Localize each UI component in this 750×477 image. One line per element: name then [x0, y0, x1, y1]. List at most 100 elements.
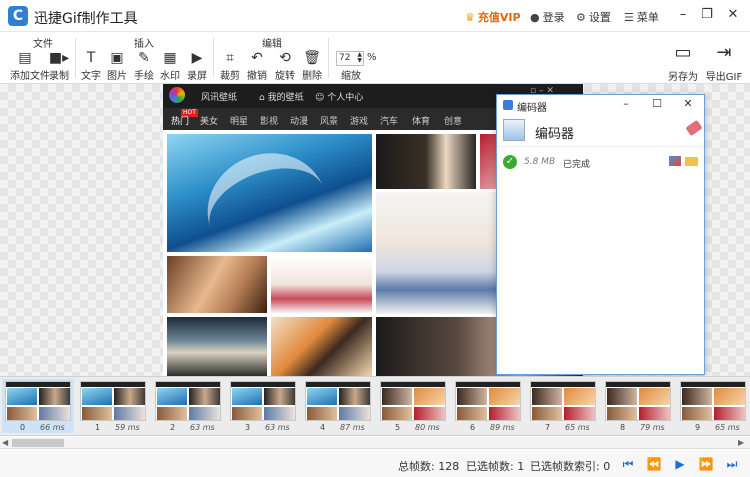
encoder-maximize-button[interactable]: ☐ [650, 97, 664, 110]
delete-button[interactable]: 🗑 删除 [297, 50, 327, 82]
site-link-label: 个人中心 [327, 93, 364, 103]
frame-thumbnail[interactable]: 4 87 ms [302, 379, 374, 433]
site-nav-item: 热门 [171, 117, 190, 127]
menu-button[interactable]: ☰ 菜单 [624, 9, 659, 25]
check-icon: ✓ [503, 155, 517, 169]
site-logo-icon [169, 87, 185, 103]
next-frame-icon[interactable]: ⏩ [698, 456, 714, 472]
zoom-select[interactable]: 72 ▲ ▼ [336, 51, 364, 66]
vip-button[interactable]: ♛ 充值VIP [465, 9, 521, 25]
frame-delay: 63 ms [190, 423, 215, 432]
frame-index: 7 [545, 423, 551, 432]
encoder-title-bar[interactable]: 编码器 – ☐ ✕ [497, 95, 704, 115]
frame-index: 0 [20, 423, 26, 432]
frame-thumbnail[interactable]: 3 63 ms [227, 379, 299, 433]
photo-sunset [167, 317, 267, 376]
app-title: 迅捷Gif制作工具 [34, 11, 138, 27]
folder-icon[interactable] [685, 157, 698, 166]
frame-thumbnail[interactable]: 1 59 ms [77, 379, 149, 433]
open-image-icon[interactable] [669, 156, 681, 166]
app-logo: C [8, 6, 28, 26]
image-button[interactable]: ▣ 图片 [102, 50, 132, 82]
undo-icon: ↶ [251, 50, 263, 66]
encoder-app-icon [503, 100, 513, 110]
frame-thumbnail[interactable]: 6 89 ms [452, 379, 524, 433]
group-label-insert: 插入 [134, 39, 154, 50]
frame-index: 5 [395, 423, 401, 432]
watermark-label: 水印 [160, 71, 180, 82]
site-link: 风讯壁纸 [201, 93, 238, 103]
menu-label: 菜单 [636, 11, 659, 24]
close-button[interactable]: ✕ [724, 6, 742, 24]
frame-thumbnail[interactable]: 0 66 ms [2, 379, 74, 433]
play-icon[interactable]: ▶ [672, 456, 688, 472]
eraser-icon[interactable] [685, 119, 703, 137]
site-nav-item: 明星 [230, 117, 249, 127]
prev-frame-icon[interactable]: ⏪ [646, 456, 662, 472]
group-label-edit: 编辑 [262, 39, 282, 50]
watermark-button[interactable]: ▦ 水印 [155, 50, 185, 82]
rotate-label: 旋转 [275, 71, 295, 82]
undo-button[interactable]: ↶ 撤销 [242, 50, 272, 82]
zoom-label: 缩放 [341, 71, 361, 82]
export-gif-button[interactable]: ⇥ 导出GIF [704, 42, 744, 83]
photo-portrait [376, 134, 476, 189]
encoder-close-button[interactable]: ✕ [681, 97, 695, 110]
frame-thumbnail[interactable]: 8 79 ms [602, 379, 674, 433]
crop-button[interactable]: ⌗ 裁剪 [215, 50, 245, 82]
frame-thumb-image [605, 381, 671, 421]
frame-thumbnail[interactable]: 2 63 ms [152, 379, 224, 433]
crown-icon: ♛ [465, 11, 475, 24]
encoder-heading: 编码器 [535, 127, 575, 142]
maximize-button[interactable]: ❐ [698, 6, 716, 24]
image-label: 图片 [107, 71, 127, 82]
save-as-button[interactable]: ▭ 另存为 [663, 42, 703, 83]
site-nav-item: 风景 [320, 117, 339, 127]
site-nav-item: 游戏 [350, 117, 369, 127]
frame-thumbnail[interactable]: 5 80 ms [377, 379, 449, 433]
last-frame-icon[interactable]: ⏭ [724, 456, 740, 472]
encoder-minimize-button[interactable]: – [619, 97, 633, 110]
status-bar: 总帧数: 128 已选帧数: 1 已选帧数索引: 0 ⏮ ⏪ ▶ ⏩ ⏭ [0, 450, 750, 477]
rotate-icon: ⟲ [279, 50, 291, 66]
frame-thumb-image [305, 381, 371, 421]
frame-index: 6 [470, 423, 476, 432]
frame-filmstrip[interactable]: 0 66 ms 1 59 ms 2 63 ms 3 63 ms 4 87 ms 5 80 m… [0, 376, 750, 436]
frame-thumbnail[interactable]: 7 65 ms [527, 379, 599, 433]
settings-button[interactable]: ⚙ 设置 [576, 9, 611, 25]
watermark-icon: ▦ [163, 50, 177, 66]
encoder-window: 编码器 – ☐ ✕ 编码器 ✓ 5.8 MB 已完成 [496, 94, 705, 375]
selected-frames: 已选帧数: 1 [466, 460, 525, 473]
scroll-right-icon[interactable]: ▶ [738, 438, 744, 447]
frame-delay: 65 ms [565, 423, 590, 432]
frame-index: 4 [320, 423, 326, 432]
frame-index: 8 [620, 423, 626, 432]
rotate-button[interactable]: ⟲ 旋转 [270, 50, 300, 82]
frame-thumbnail[interactable]: 9 65 ms [677, 379, 749, 433]
screen-record-icon: ▶ [191, 50, 203, 66]
photo-anime [271, 317, 372, 376]
scroll-left-icon[interactable]: ◀ [2, 438, 8, 447]
first-frame-icon[interactable]: ⏮ [620, 456, 636, 472]
ribbon-toolbar: 文件 插入 编辑 ▤ 添加文件 ■▸ 录制 T 文字 ▣ 图片 ✎ 手绘 ▦ 水印 ▶ 录屏 … [0, 32, 750, 84]
add-file-button[interactable]: ▤ 添加文件 [10, 50, 50, 82]
menu-icon: ☰ [624, 11, 634, 24]
crop-icon: ⌗ [226, 50, 234, 66]
filmstrip-scrollbar[interactable]: ◀ ▶ [0, 437, 750, 449]
encoder-header: 编码器 [497, 115, 704, 147]
frame-delay: 63 ms [265, 423, 290, 432]
record-button[interactable]: ■▸ 录制 [44, 50, 74, 82]
file-icon: ▤ [18, 50, 32, 66]
export-icon: ⇥ [716, 42, 732, 63]
scrollbar-thumb[interactable] [12, 439, 64, 447]
screen-record-button[interactable]: ▶ 录屏 [182, 50, 212, 82]
login-label: 登录 [542, 11, 565, 24]
vip-label: 充值VIP [477, 11, 521, 24]
frame-thumb-image [155, 381, 221, 421]
login-button[interactable]: ● 登录 [530, 9, 565, 25]
encoder-icon [503, 119, 525, 141]
site-link: ☺ 个人中心 [315, 93, 364, 103]
frame-thumb-image [230, 381, 296, 421]
minimize-button[interactable]: – [674, 6, 692, 24]
frame-thumb-image [455, 381, 521, 421]
